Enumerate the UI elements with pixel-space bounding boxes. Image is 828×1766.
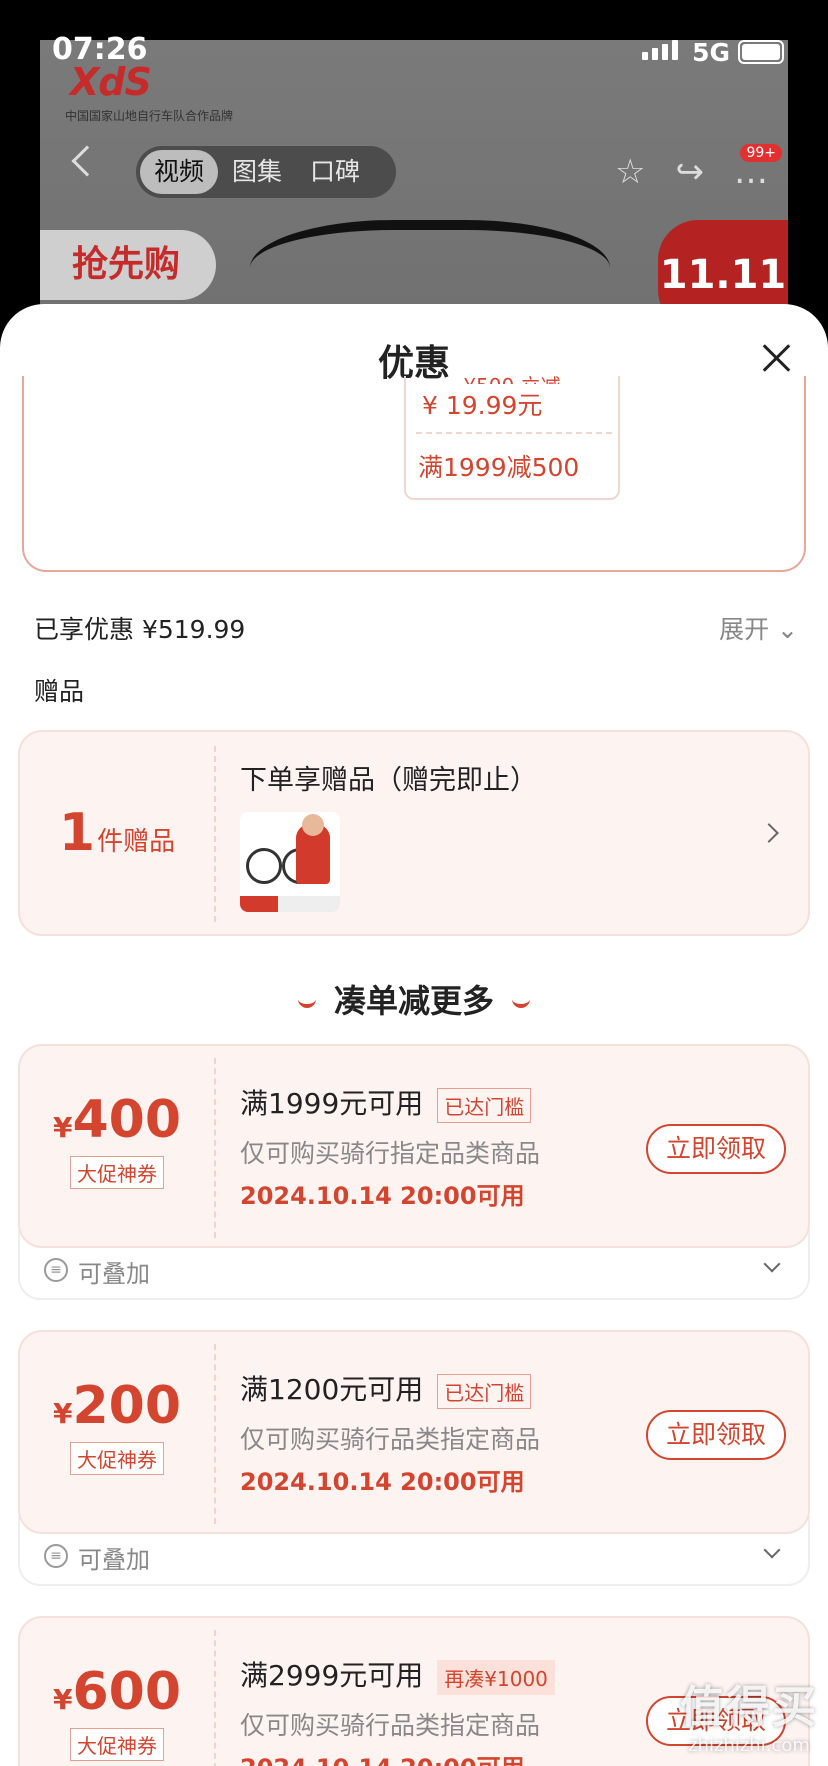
coupon-condition: 满2999元可用 再凑¥1000	[240, 1654, 555, 1695]
coupon-body: ¥400 大促神券 满1999元可用 已达门槛 仅可购买骑行指定品类商品 2024…	[18, 1044, 810, 1248]
gift-count-number: 1	[58, 803, 96, 863]
gift-count: 1 件赠品	[20, 732, 214, 934]
section-title-text: 凑单减更多	[333, 982, 494, 1020]
divider	[214, 1344, 216, 1524]
coupon-currency: ¥	[52, 1111, 73, 1144]
coupon-amount: 400	[72, 1090, 182, 1150]
stack-label: 可叠加	[78, 1546, 150, 1574]
gift-count-unit: 件赠品	[97, 826, 176, 857]
gift-title: 下单享赠品（赠完即止）	[240, 765, 537, 796]
coupon-value: ¥400 大促神券	[20, 1046, 214, 1250]
brand-subtitle: 中国国家山地自行车队合作品牌	[65, 109, 234, 123]
stack-label: 可叠加	[78, 1260, 150, 1288]
coupon-tag: 大促神券	[70, 1156, 164, 1189]
gift-card[interactable]: 1 件赠品 下单享赠品（赠完即止）	[18, 730, 810, 936]
discount-sheet: 优惠 ¥500 立减 ¥ 19.99元 满1999减500 已享优惠 ¥519.…	[0, 304, 828, 1766]
watermark-sub: zhizhizhi.com	[688, 1735, 810, 1756]
chevron-down-icon: ⌄	[777, 615, 798, 644]
divider	[214, 746, 216, 922]
coupon-body: ¥200 大促神券 满1200元可用 已达门槛 仅可购买骑行品类指定商品 2024…	[18, 1330, 810, 1534]
coupon-amount: 200	[72, 1376, 182, 1436]
coupon-condition: 满1999元可用 已达门槛	[240, 1082, 532, 1123]
coupon-value: ¥200 大促神券	[20, 1332, 214, 1536]
discount-card-price: ¥ 19.99元	[422, 391, 543, 420]
decor-smile-icon	[512, 998, 530, 1008]
coupon-amount: 600	[72, 1662, 182, 1722]
person-shape	[296, 814, 330, 884]
coupon-value: ¥600 大促神券	[20, 1618, 214, 1766]
claim-button[interactable]: 立即领取	[646, 1410, 786, 1460]
notification-badge: 99+	[740, 144, 782, 162]
chevron-down-icon[interactable]	[763, 1255, 781, 1273]
threshold-badge: 已达门槛	[437, 1373, 532, 1409]
watermark-main: 值得买	[680, 1682, 818, 1733]
stack-icon: ≡	[44, 1544, 68, 1568]
gift-heading: 赠品	[34, 677, 85, 706]
gift-thumbnail[interactable]	[240, 812, 340, 912]
coupon-condition-text: 满1999元可用	[240, 1087, 424, 1120]
coupon-scope: 仅可购买骑行指定品类商品	[240, 1139, 541, 1168]
tab-video[interactable]: 视频	[140, 150, 219, 194]
expand-label: 展开	[719, 615, 770, 644]
divider	[214, 1630, 216, 1766]
tab-reviews[interactable]: 口碑	[296, 150, 374, 194]
enjoyed-discount: 已享优惠 ¥519.99	[34, 615, 246, 644]
coupon-tag: 大促神券	[70, 1728, 164, 1761]
chevron-right-icon[interactable]	[759, 823, 779, 843]
media-tabs: 视频 图集 口碑	[136, 146, 396, 198]
discount-card: ¥500 立减 ¥ 19.99元 满1999减500	[404, 374, 620, 500]
discount-card-rule: 满1999减500	[418, 453, 580, 482]
discount-summary-box: ¥500 立减 ¥ 19.99元 满1999减500	[22, 374, 806, 572]
coupon-currency: ¥	[52, 1397, 73, 1430]
coupon-time: 2024.10.14 20:00可用	[240, 1182, 525, 1210]
tab-gallery[interactable]: 图集	[218, 150, 296, 194]
promo-tag: 抢先购	[40, 230, 216, 300]
coupon-time: 2024.10.14 20:00可用	[240, 1468, 525, 1496]
coupon-scope: 仅可购买骑行品类指定商品	[240, 1425, 541, 1454]
threshold-badge: 已达门槛	[437, 1087, 532, 1123]
strip-shape	[240, 896, 340, 912]
discount-card-top: ¥500 立减	[406, 370, 618, 384]
coupon-time: 2024.10.14 20:00可用	[240, 1748, 525, 1766]
coupon-scope: 仅可购买骑行品类指定商品	[240, 1711, 541, 1740]
star-icon[interactable]: ☆	[615, 152, 645, 192]
status-time: 07:26	[52, 32, 148, 67]
coupon-condition-text: 满1200元可用	[240, 1373, 424, 1406]
chevron-down-icon[interactable]	[763, 1541, 781, 1559]
claim-button[interactable]: 立即领取	[646, 1124, 786, 1174]
divider	[416, 432, 612, 434]
signal-icon	[642, 40, 678, 60]
divider	[214, 1058, 216, 1238]
section-title: 凑单减更多	[0, 976, 828, 1022]
wheel-shape	[246, 848, 282, 884]
coupon-condition: 满1200元可用 已达门槛	[240, 1368, 532, 1409]
threshold-badge: 再凑¥1000	[437, 1659, 555, 1695]
stack-icon: ≡	[44, 1258, 68, 1282]
back-arrow-icon[interactable]	[71, 145, 103, 177]
coupon-currency: ¥	[52, 1683, 73, 1716]
watermark: 值得买 zhizhizhi.com	[680, 1671, 818, 1756]
network-label: 5G	[692, 38, 730, 67]
coupon-condition-text: 满2999元可用	[240, 1659, 424, 1692]
close-icon[interactable]	[760, 342, 792, 374]
coupon-tag: 大促神券	[70, 1442, 164, 1475]
expand-button[interactable]: 展开 ⌄	[719, 610, 798, 646]
battery-icon	[738, 40, 784, 64]
share-icon[interactable]: ↪	[676, 152, 705, 192]
decor-smile-icon	[297, 998, 316, 1008]
status-bar: 07:26 5G	[0, 0, 828, 104]
